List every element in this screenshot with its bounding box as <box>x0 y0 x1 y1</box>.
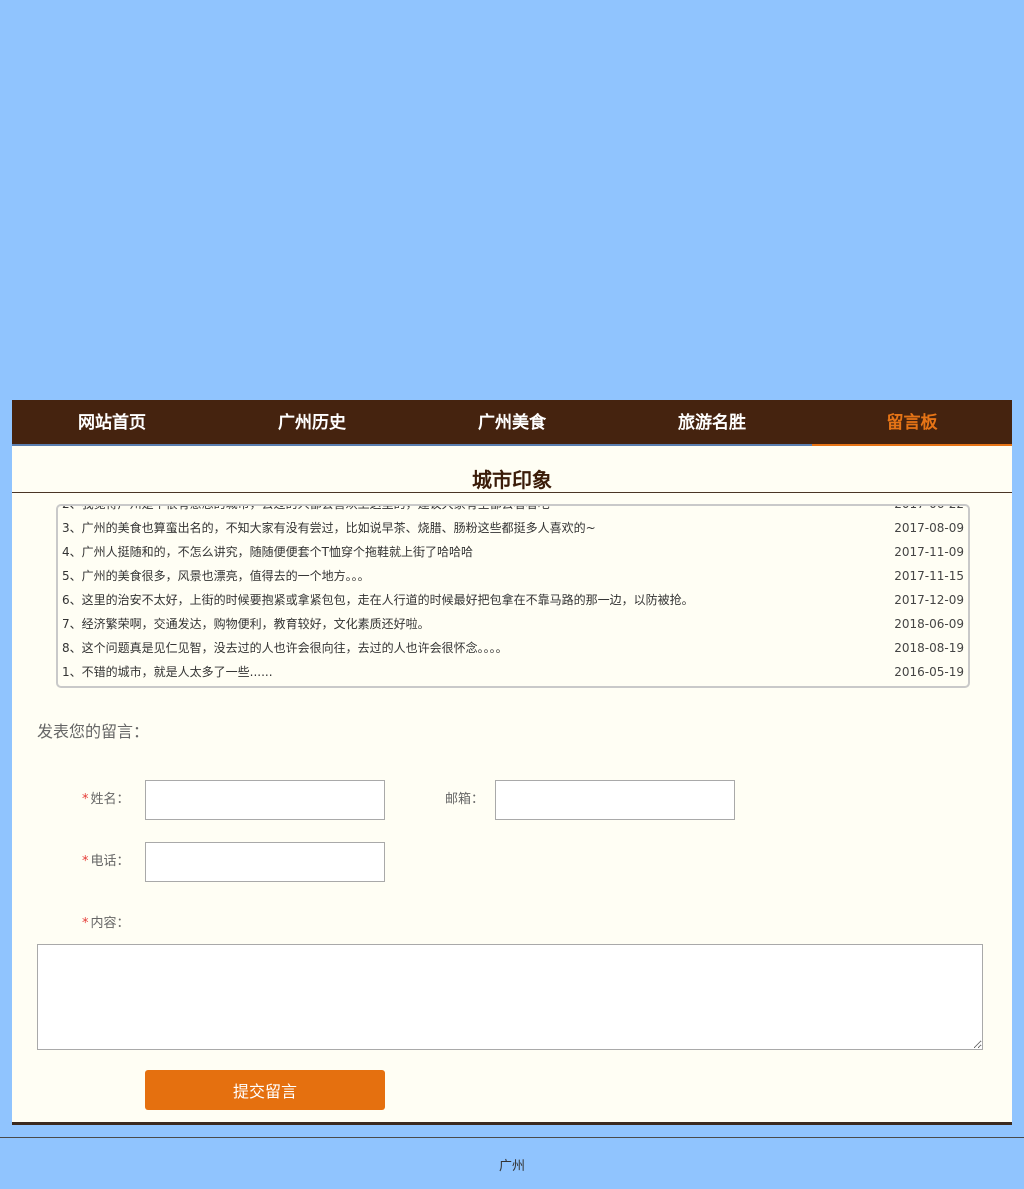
phone-input[interactable] <box>145 842 385 882</box>
phone-label: * 电话： <box>82 854 130 869</box>
content-textarea[interactable] <box>37 944 983 1050</box>
message-text: 2、我觉得广州是个很有意思的城市，去过的人都会喜欢上这里的，建议大家有空都去看看… <box>62 504 550 511</box>
message-text: 4、广州人挺随和的，不怎么讲究，随随便便套个T恤穿个拖鞋就上街了哈哈哈 <box>62 545 473 559</box>
list-item: 3、广州的美食也算蛮出名的，不知大家有没有尝过，比如说早茶、烧腊、肠粉这些都挺多… <box>62 516 964 540</box>
nav-item-attractions[interactable]: 旅游名胜 <box>612 400 812 446</box>
nav-item-food[interactable]: 广州美食 <box>412 400 612 446</box>
required-mark: * <box>82 916 89 931</box>
required-mark: * <box>82 792 89 807</box>
message-text: 5、广州的美食很多，风景也漂亮，值得去的一个地方。。。 <box>62 569 370 583</box>
list-item: 7、经济繁荣啊，交通发达，购物便利，教育较好，文化素质还好啦。 2018-06-… <box>62 612 964 636</box>
list-item: 1、不错的城市，就是人太多了一些...... 2016-05-19 <box>62 660 964 684</box>
message-date: 2018-08-19 <box>894 641 964 655</box>
email-input[interactable] <box>495 780 735 820</box>
content-label: * 内容： <box>82 916 130 931</box>
submit-button[interactable]: 提交留言 <box>145 1070 385 1110</box>
message-date: 2016-05-19 <box>894 665 964 679</box>
message-list[interactable]: 2、我觉得广州是个很有意思的城市，去过的人都会喜欢上这里的，建议大家有空都去看看… <box>56 504 970 688</box>
guestbook-panel: 城市印象 2、我觉得广州是个很有意思的城市，去过的人都会喜欢上这里的，建议大家有… <box>12 446 1012 1125</box>
nav-item-home[interactable]: 网站首页 <box>12 400 212 446</box>
form-heading: 发表您的留言： <box>37 722 150 741</box>
message-date: 2017-11-15 <box>894 569 964 583</box>
message-date: 2018-06-09 <box>894 617 964 631</box>
name-input[interactable] <box>145 780 385 820</box>
section-title: 城市印象 <box>472 468 552 492</box>
message-text: 7、经济繁荣啊，交通发达，购物便利，教育较好，文化素质还好啦。 <box>62 617 430 631</box>
footer-divider <box>0 1137 1024 1138</box>
required-mark: * <box>82 854 89 869</box>
nav-item-history[interactable]: 广州历史 <box>212 400 412 446</box>
list-item: 4、广州人挺随和的，不怎么讲究，随随便便套个T恤穿个拖鞋就上街了哈哈哈 2017… <box>62 540 964 564</box>
message-date: 2017-11-09 <box>894 545 964 559</box>
message-text: 8、这个问题真是见仁见智，没去过的人也许会很向往，去过的人也许会很怀念。。。。 <box>62 641 508 655</box>
name-label: * 姓名： <box>82 792 130 807</box>
list-item: 2、我觉得广州是个很有意思的城市，去过的人都会喜欢上这里的，建议大家有空都去看看… <box>62 504 964 516</box>
list-item: 6、这里的治安不太好，上街的时候要抱紧或拿紧包包，走在人行道的时候最好把包拿在不… <box>62 588 964 612</box>
footer-text: 广州 <box>498 1159 525 1174</box>
list-item: 8、这个问题真是见仁见智，没去过的人也许会很向往，去过的人也许会很怀念。。。。 … <box>62 636 964 660</box>
email-label: 邮箱： <box>445 792 485 807</box>
message-date: 2017-06-22 <box>894 504 964 511</box>
message-text: 6、这里的治安不太好，上街的时候要抱紧或拿紧包包，走在人行道的时候最好把包拿在不… <box>62 593 694 607</box>
message-text: 1、不错的城市，就是人太多了一些...... <box>62 665 273 679</box>
main-nav: 网站首页 广州历史 广州美食 旅游名胜 留言板 <box>12 400 1012 446</box>
message-text: 3、广州的美食也算蛮出名的，不知大家有没有尝过，比如说早茶、烧腊、肠粉这些都挺多… <box>62 521 596 535</box>
nav-item-guestbook[interactable]: 留言板 <box>812 400 1012 446</box>
message-date: 2017-12-09 <box>894 593 964 607</box>
title-divider <box>12 492 1012 493</box>
message-date: 2017-08-09 <box>894 521 964 535</box>
list-item: 5、广州的美食很多，风景也漂亮，值得去的一个地方。。。 2017-11-15 <box>62 564 964 588</box>
